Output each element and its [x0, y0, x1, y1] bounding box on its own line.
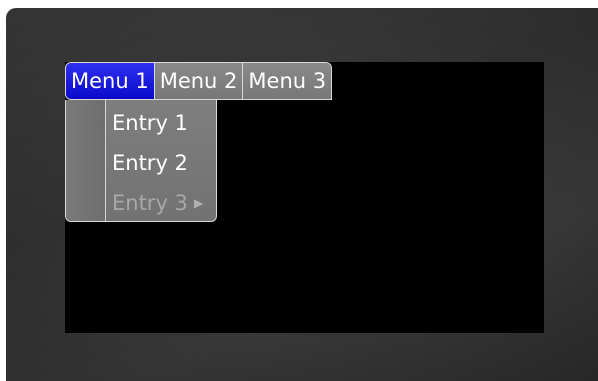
menu-1-label: Menu 1: [71, 69, 149, 93]
dropdown-icon-gutter: [66, 100, 106, 221]
menu-3-label: Menu 3: [248, 69, 327, 93]
entry-2-label: Entry 2: [112, 151, 188, 175]
menu-2-label: Menu 2: [159, 69, 238, 93]
menu-1-tab[interactable]: Menu 1: [66, 63, 154, 99]
menu-bar: Menu 1 Menu 2 Menu 3: [65, 62, 333, 100]
entry-1-label: Entry 1: [112, 111, 188, 135]
entry-3-item[interactable]: Entry 3 ▶: [112, 183, 204, 221]
entry-3-label: Entry 3: [112, 191, 188, 215]
menu-3-tab[interactable]: Menu 3: [242, 63, 332, 99]
entry-2-item[interactable]: Entry 2: [112, 143, 188, 183]
triangle-right-icon: ▶: [193, 196, 204, 210]
entry-1-item[interactable]: Entry 1: [112, 103, 188, 143]
menu-2-tab[interactable]: Menu 2: [153, 63, 243, 99]
menu-1-dropdown: Entry 1 Entry 2 Entry 3 ▶: [65, 100, 217, 222]
